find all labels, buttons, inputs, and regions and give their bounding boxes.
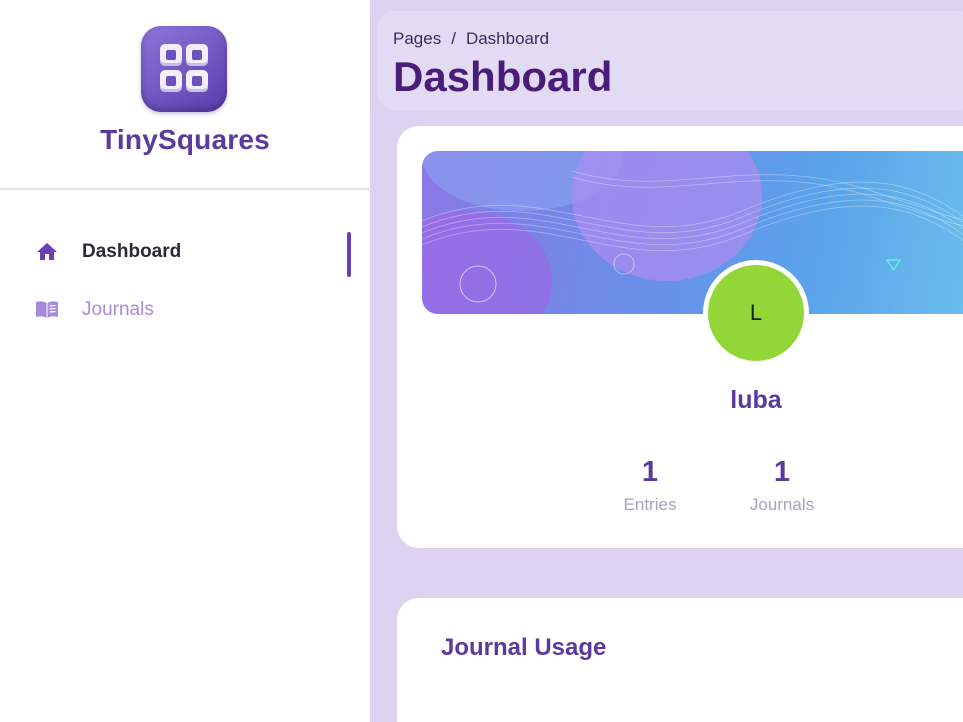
section-title: Journal Usage [441, 634, 607, 661]
stat-value: 1 [773, 456, 791, 488]
profile-banner [422, 151, 963, 314]
book-icon [34, 299, 60, 321]
sidebar: TinySquares Dashboard Journals [0, 0, 371, 722]
stat-journals: 1 Journals [732, 456, 832, 515]
stat-entries: 1 Entries [600, 456, 700, 515]
profile-card: L luba 1 Entries 1 Journals [397, 126, 963, 548]
stat-label: Entries [623, 495, 677, 514]
journal-usage-card: Journal Usage [397, 598, 963, 722]
banner-wave-pattern [422, 170, 963, 303]
sidebar-item-label: Journals [82, 299, 154, 320]
sidebar-item-label: Dashboard [82, 241, 182, 262]
page-header: Pages / Dashboard Dashboard [377, 11, 963, 110]
app-grid-icon [141, 26, 227, 112]
page-title: Dashboard [393, 53, 613, 100]
active-indicator [347, 232, 351, 277]
stat-value: 1 [641, 456, 659, 488]
username: luba [730, 386, 782, 414]
sidebar-item-dashboard[interactable]: Dashboard [34, 232, 354, 272]
sidebar-item-journals[interactable]: Journals [34, 290, 354, 330]
home-icon [34, 241, 60, 263]
breadcrumb: Pages / Dashboard [393, 29, 549, 49]
brand-name: TinySquares [100, 124, 270, 155]
stat-label: Journals [749, 495, 815, 514]
sidebar-divider [0, 188, 371, 190]
breadcrumb-pages[interactable]: Pages [393, 29, 441, 49]
avatar: L [703, 260, 809, 366]
breadcrumb-current: Dashboard [465, 29, 550, 48]
breadcrumb-separator: / [451, 29, 456, 48]
